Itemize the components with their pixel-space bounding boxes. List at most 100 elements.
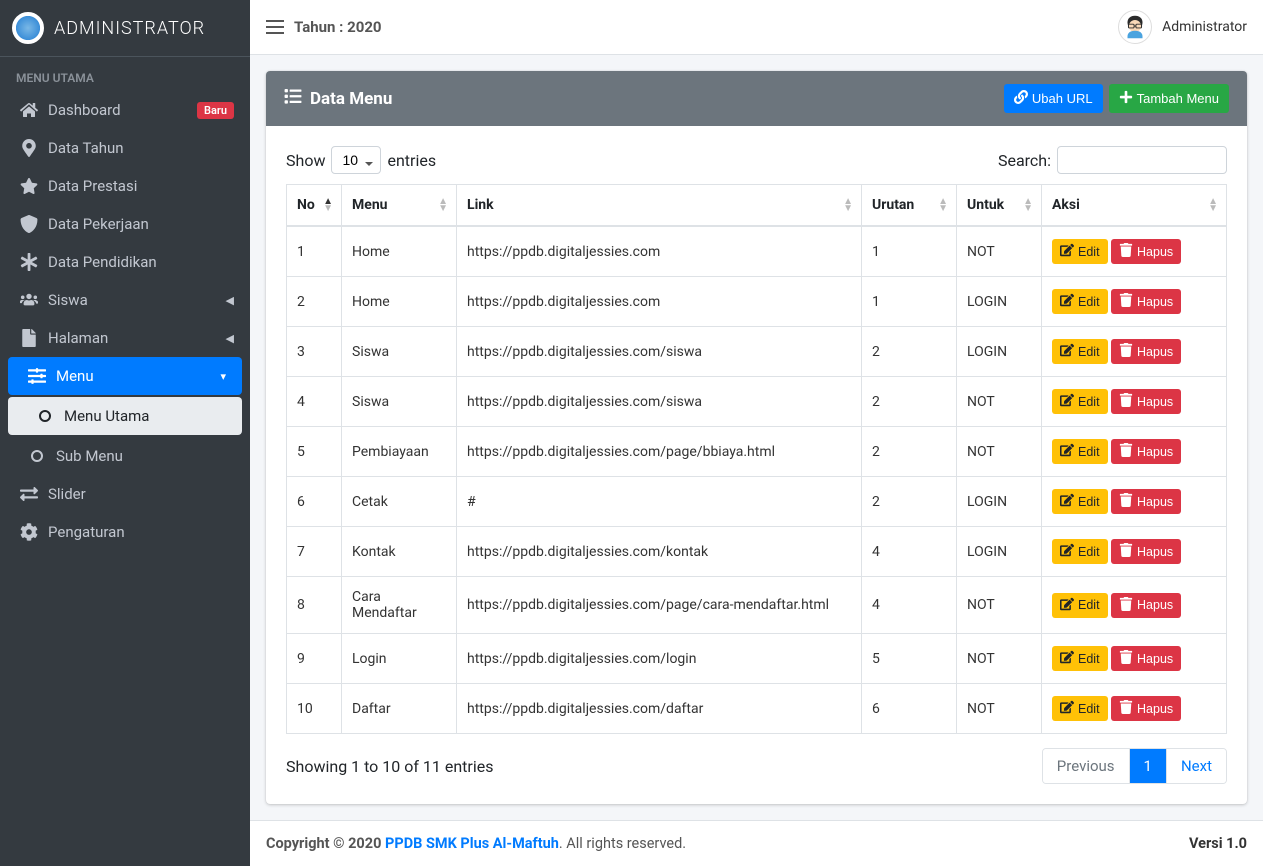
cell-no: 8 xyxy=(287,577,342,634)
cell-aksi: Edit Hapus xyxy=(1042,377,1227,427)
hapus-button[interactable]: Hapus xyxy=(1111,696,1181,721)
sidebar-item-label: Menu Utama xyxy=(64,407,226,425)
pencil-icon xyxy=(1060,443,1074,460)
sidebar-item-data-pendidikan[interactable]: Data Pendidikan xyxy=(0,243,250,281)
avatar-icon xyxy=(1118,10,1152,44)
tambah-menu-button[interactable]: Tambah Menu xyxy=(1109,84,1229,113)
year-label: Tahun : 2020 xyxy=(294,18,382,36)
sidebar-item-label: Siswa xyxy=(48,291,226,309)
sidebar-item-menu-utama[interactable]: Menu Utama xyxy=(8,397,242,435)
sidebar-item-data-pekerjaan[interactable]: Data Pekerjaan xyxy=(0,205,250,243)
table-row: 7Kontakhttps://ppdb.digitaljessies.com/k… xyxy=(287,527,1227,577)
pencil-icon xyxy=(1060,650,1074,667)
col-link[interactable]: Link▲▼ xyxy=(457,185,862,227)
plus-icon xyxy=(1119,90,1133,107)
page-previous[interactable]: Previous xyxy=(1043,749,1130,783)
trash-icon xyxy=(1119,493,1133,510)
pencil-icon xyxy=(1060,243,1074,260)
edit-button[interactable]: Edit xyxy=(1052,593,1108,618)
cell-urutan: 2 xyxy=(862,427,957,477)
user-menu[interactable]: Administrator xyxy=(1118,10,1247,44)
chevron-down-icon: ▾ xyxy=(220,370,226,383)
col-urutan[interactable]: Urutan▲▼ xyxy=(862,185,957,227)
edit-button[interactable]: Edit xyxy=(1052,339,1108,364)
pencil-icon xyxy=(1060,343,1074,360)
hapus-button[interactable]: Hapus xyxy=(1111,289,1181,314)
cell-menu: Pembiayaan xyxy=(342,427,457,477)
hapus-button[interactable]: Hapus xyxy=(1111,539,1181,564)
edit-button[interactable]: Edit xyxy=(1052,289,1108,314)
card-data-menu: Data Menu Ubah URL Tambah Menu xyxy=(266,71,1247,804)
page-next[interactable]: Next xyxy=(1167,749,1226,783)
brand-logo-icon xyxy=(12,12,44,44)
sidebar-item-dashboard[interactable]: Dashboard Baru xyxy=(0,91,250,129)
cell-link: https://ppdb.digitaljessies.com/siswa xyxy=(457,377,862,427)
hapus-button[interactable]: Hapus xyxy=(1111,389,1181,414)
cell-urutan: 1 xyxy=(862,226,957,277)
pencil-icon xyxy=(1060,393,1074,410)
cell-menu: Daftar xyxy=(342,684,457,734)
shield-icon xyxy=(16,215,42,233)
hapus-button[interactable]: Hapus xyxy=(1111,439,1181,464)
cell-link: https://ppdb.digitaljessies.com xyxy=(457,277,862,327)
edit-button[interactable]: Edit xyxy=(1052,539,1108,564)
col-untuk[interactable]: Untuk▲▼ xyxy=(957,185,1042,227)
sidebar-item-data-prestasi[interactable]: Data Prestasi xyxy=(0,167,250,205)
footer-link[interactable]: PPDB SMK Plus Al-Maftuh xyxy=(385,835,559,852)
sidebar-item-menu[interactable]: Menu ▾ xyxy=(8,357,242,395)
asterisk-icon xyxy=(16,253,42,271)
sidebar-item-slider[interactable]: Slider xyxy=(0,475,250,513)
cell-untuk: NOT xyxy=(957,684,1042,734)
list-icon xyxy=(284,87,302,110)
edit-button[interactable]: Edit xyxy=(1052,489,1108,514)
edit-button[interactable]: Edit xyxy=(1052,239,1108,264)
cell-urutan: 1 xyxy=(862,277,957,327)
length-control: Show 10 entries xyxy=(286,146,436,174)
cell-no: 4 xyxy=(287,377,342,427)
cell-untuk: NOT xyxy=(957,377,1042,427)
sidebar-item-siswa[interactable]: Siswa ◀ xyxy=(0,281,250,319)
cell-aksi: Edit Hapus xyxy=(1042,477,1227,527)
length-select[interactable]: 10 xyxy=(331,146,381,174)
brand-title: ADMINISTRATOR xyxy=(54,18,205,39)
hapus-button[interactable]: Hapus xyxy=(1111,239,1181,264)
ubah-url-button[interactable]: Ubah URL xyxy=(1004,84,1103,113)
hapus-button[interactable]: Hapus xyxy=(1111,339,1181,364)
sidebar-item-pengaturan[interactable]: Pengaturan xyxy=(0,513,250,551)
edit-button[interactable]: Edit xyxy=(1052,439,1108,464)
cell-link: https://ppdb.digitaljessies.com/daftar xyxy=(457,684,862,734)
col-menu[interactable]: Menu▲▼ xyxy=(342,185,457,227)
cell-untuk: NOT xyxy=(957,577,1042,634)
cell-menu: Home xyxy=(342,277,457,327)
table-row: 1Homehttps://ppdb.digitaljessies.com1NOT… xyxy=(287,226,1227,277)
cell-menu: Siswa xyxy=(342,327,457,377)
brand[interactable]: ADMINISTRATOR xyxy=(0,0,250,57)
cell-no: 9 xyxy=(287,634,342,684)
search-input[interactable] xyxy=(1057,146,1227,174)
cell-urutan: 4 xyxy=(862,527,957,577)
cell-menu: Cetak xyxy=(342,477,457,527)
hapus-button[interactable]: Hapus xyxy=(1111,593,1181,618)
trash-icon xyxy=(1119,343,1133,360)
footer: Copyright © 2020 PPDB SMK Plus Al-Maftuh… xyxy=(250,820,1263,866)
cell-no: 6 xyxy=(287,477,342,527)
edit-button[interactable]: Edit xyxy=(1052,696,1108,721)
edit-button[interactable]: Edit xyxy=(1052,646,1108,671)
link-icon xyxy=(1014,90,1028,107)
cell-no: 10 xyxy=(287,684,342,734)
page-number[interactable]: 1 xyxy=(1130,749,1167,783)
hamburger-icon[interactable] xyxy=(266,20,284,34)
trash-icon xyxy=(1119,700,1133,717)
hapus-button[interactable]: Hapus xyxy=(1111,489,1181,514)
edit-button[interactable]: Edit xyxy=(1052,389,1108,414)
cell-menu: Kontak xyxy=(342,527,457,577)
sidebar-item-halaman[interactable]: Halaman ◀ xyxy=(0,319,250,357)
cell-untuk: LOGIN xyxy=(957,477,1042,527)
sidebar-item-data-tahun[interactable]: Data Tahun xyxy=(0,129,250,167)
hapus-button[interactable]: Hapus xyxy=(1111,646,1181,671)
sidebar-item-label: Menu xyxy=(56,367,220,385)
sidebar-item-sub-menu[interactable]: Sub Menu xyxy=(0,437,250,475)
col-no[interactable]: No▲▼ xyxy=(287,185,342,227)
cell-menu: Siswa xyxy=(342,377,457,427)
col-aksi[interactable]: Aksi▲▼ xyxy=(1042,185,1227,227)
